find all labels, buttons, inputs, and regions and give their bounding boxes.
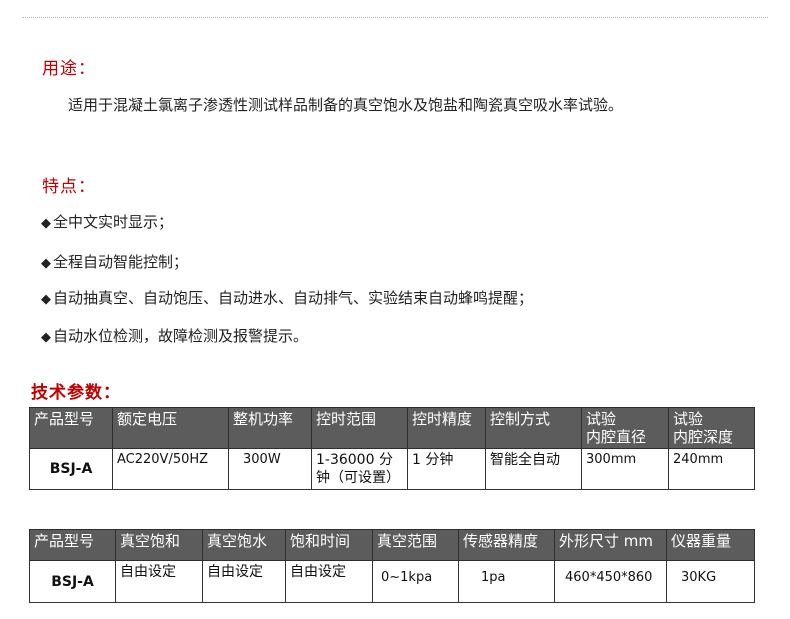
header-cell: 控时精度 <box>407 407 486 449</box>
feature-item: ◆ 全中文实时显示； <box>41 211 173 232</box>
table-header-row: 产品型号 额定电压 整机功率 控时范围 控时精度 控制方式 试验 内腔直径 试验… <box>29 407 755 449</box>
top-divider <box>22 17 768 18</box>
table-header-row: 产品型号 真空饱和 真空饱水 饱和时间 真空范围 传感器精度 外形尺寸 mm 仪… <box>29 529 755 561</box>
header-cell: 真空饱和 <box>115 529 203 561</box>
table-cell: 1-36000 分 钟（可设置） <box>311 448 408 490</box>
diamond-bullet-icon: ◆ <box>41 256 51 271</box>
header-cell: 控制方式 <box>485 407 582 449</box>
table-cell: 0~1kpa <box>372 560 459 603</box>
spec-table-1: 产品型号 额定电压 整机功率 控时范围 控时精度 控制方式 试验 内腔直径 试验… <box>29 407 755 490</box>
table-cell: 30KG <box>666 560 755 603</box>
spec-table-2: 产品型号 真空饱和 真空饱水 饱和时间 真空范围 传感器精度 外形尺寸 mm 仪… <box>29 529 755 603</box>
table-row: BSJ-A 自由设定 自由设定 自由设定 0~1kpa 1pa 460*450*… <box>29 560 755 603</box>
params-heading: 技术参数： <box>31 383 121 403</box>
table-cell: AC220V/50HZ <box>112 448 229 490</box>
table-cell: 460*450*860 <box>554 560 667 603</box>
usage-heading: 用途： <box>42 59 96 79</box>
feature-text: 自动抽真空、自动饱压、自动进水、自动排气、实验结束自动蜂鸣提醒； <box>53 289 534 307</box>
header-cell: 控时范围 <box>311 407 408 449</box>
model-cell: BSJ-A <box>29 448 113 490</box>
header-cell: 传感器精度 <box>458 529 555 561</box>
header-cell: 产品型号 <box>29 529 116 561</box>
header-cell: 真空范围 <box>372 529 459 561</box>
table-cell: 300W <box>228 448 312 490</box>
feature-text: 全中文实时显示； <box>53 213 174 231</box>
feature-text: 自动水位检测，故障检测及报警提示。 <box>53 327 309 345</box>
diamond-bullet-icon: ◆ <box>41 330 51 345</box>
table-cell: 1 分钟 <box>407 448 486 490</box>
table-row: BSJ-A AC220V/50HZ 300W 1-36000 分 钟（可设置） … <box>29 448 755 490</box>
header-cell: 仪器重量 <box>666 529 755 561</box>
feature-item: ◆ 全程自动智能控制； <box>41 251 188 272</box>
header-cell: 试验 内腔深度 <box>668 407 755 449</box>
table-cell: 智能全自动 <box>485 448 582 490</box>
header-cell: 产品型号 <box>29 407 113 449</box>
header-cell: 真空饱水 <box>202 529 286 561</box>
header-cell: 额定电压 <box>112 407 229 449</box>
table-cell: 自由设定 <box>285 560 373 603</box>
table-cell: 300mm <box>581 448 669 490</box>
feature-item: ◆ 自动抽真空、自动饱压、自动进水、自动排气、实验结束自动蜂鸣提醒； <box>41 287 533 308</box>
table-cell: 自由设定 <box>115 560 203 603</box>
header-cell: 整机功率 <box>228 407 312 449</box>
usage-text: 适用于混凝土氯离子渗透性测试样品制备的真空饱水及饱盐和陶瓷真空吸水率试验。 <box>68 96 624 114</box>
table-cell: 240mm <box>668 448 755 490</box>
header-cell: 饱和时间 <box>285 529 373 561</box>
table-cell: 1pa <box>458 560 555 603</box>
header-cell: 试验 内腔直径 <box>581 407 669 449</box>
diamond-bullet-icon: ◆ <box>41 216 51 231</box>
diamond-bullet-icon: ◆ <box>41 292 51 307</box>
header-cell: 外形尺寸 mm <box>554 529 667 561</box>
feature-item: ◆ 自动水位检测，故障检测及报警提示。 <box>41 325 308 346</box>
feature-text: 全程自动智能控制； <box>53 253 189 271</box>
model-cell: BSJ-A <box>29 560 116 603</box>
table-cell: 自由设定 <box>202 560 286 603</box>
features-heading: 特点： <box>42 177 96 197</box>
